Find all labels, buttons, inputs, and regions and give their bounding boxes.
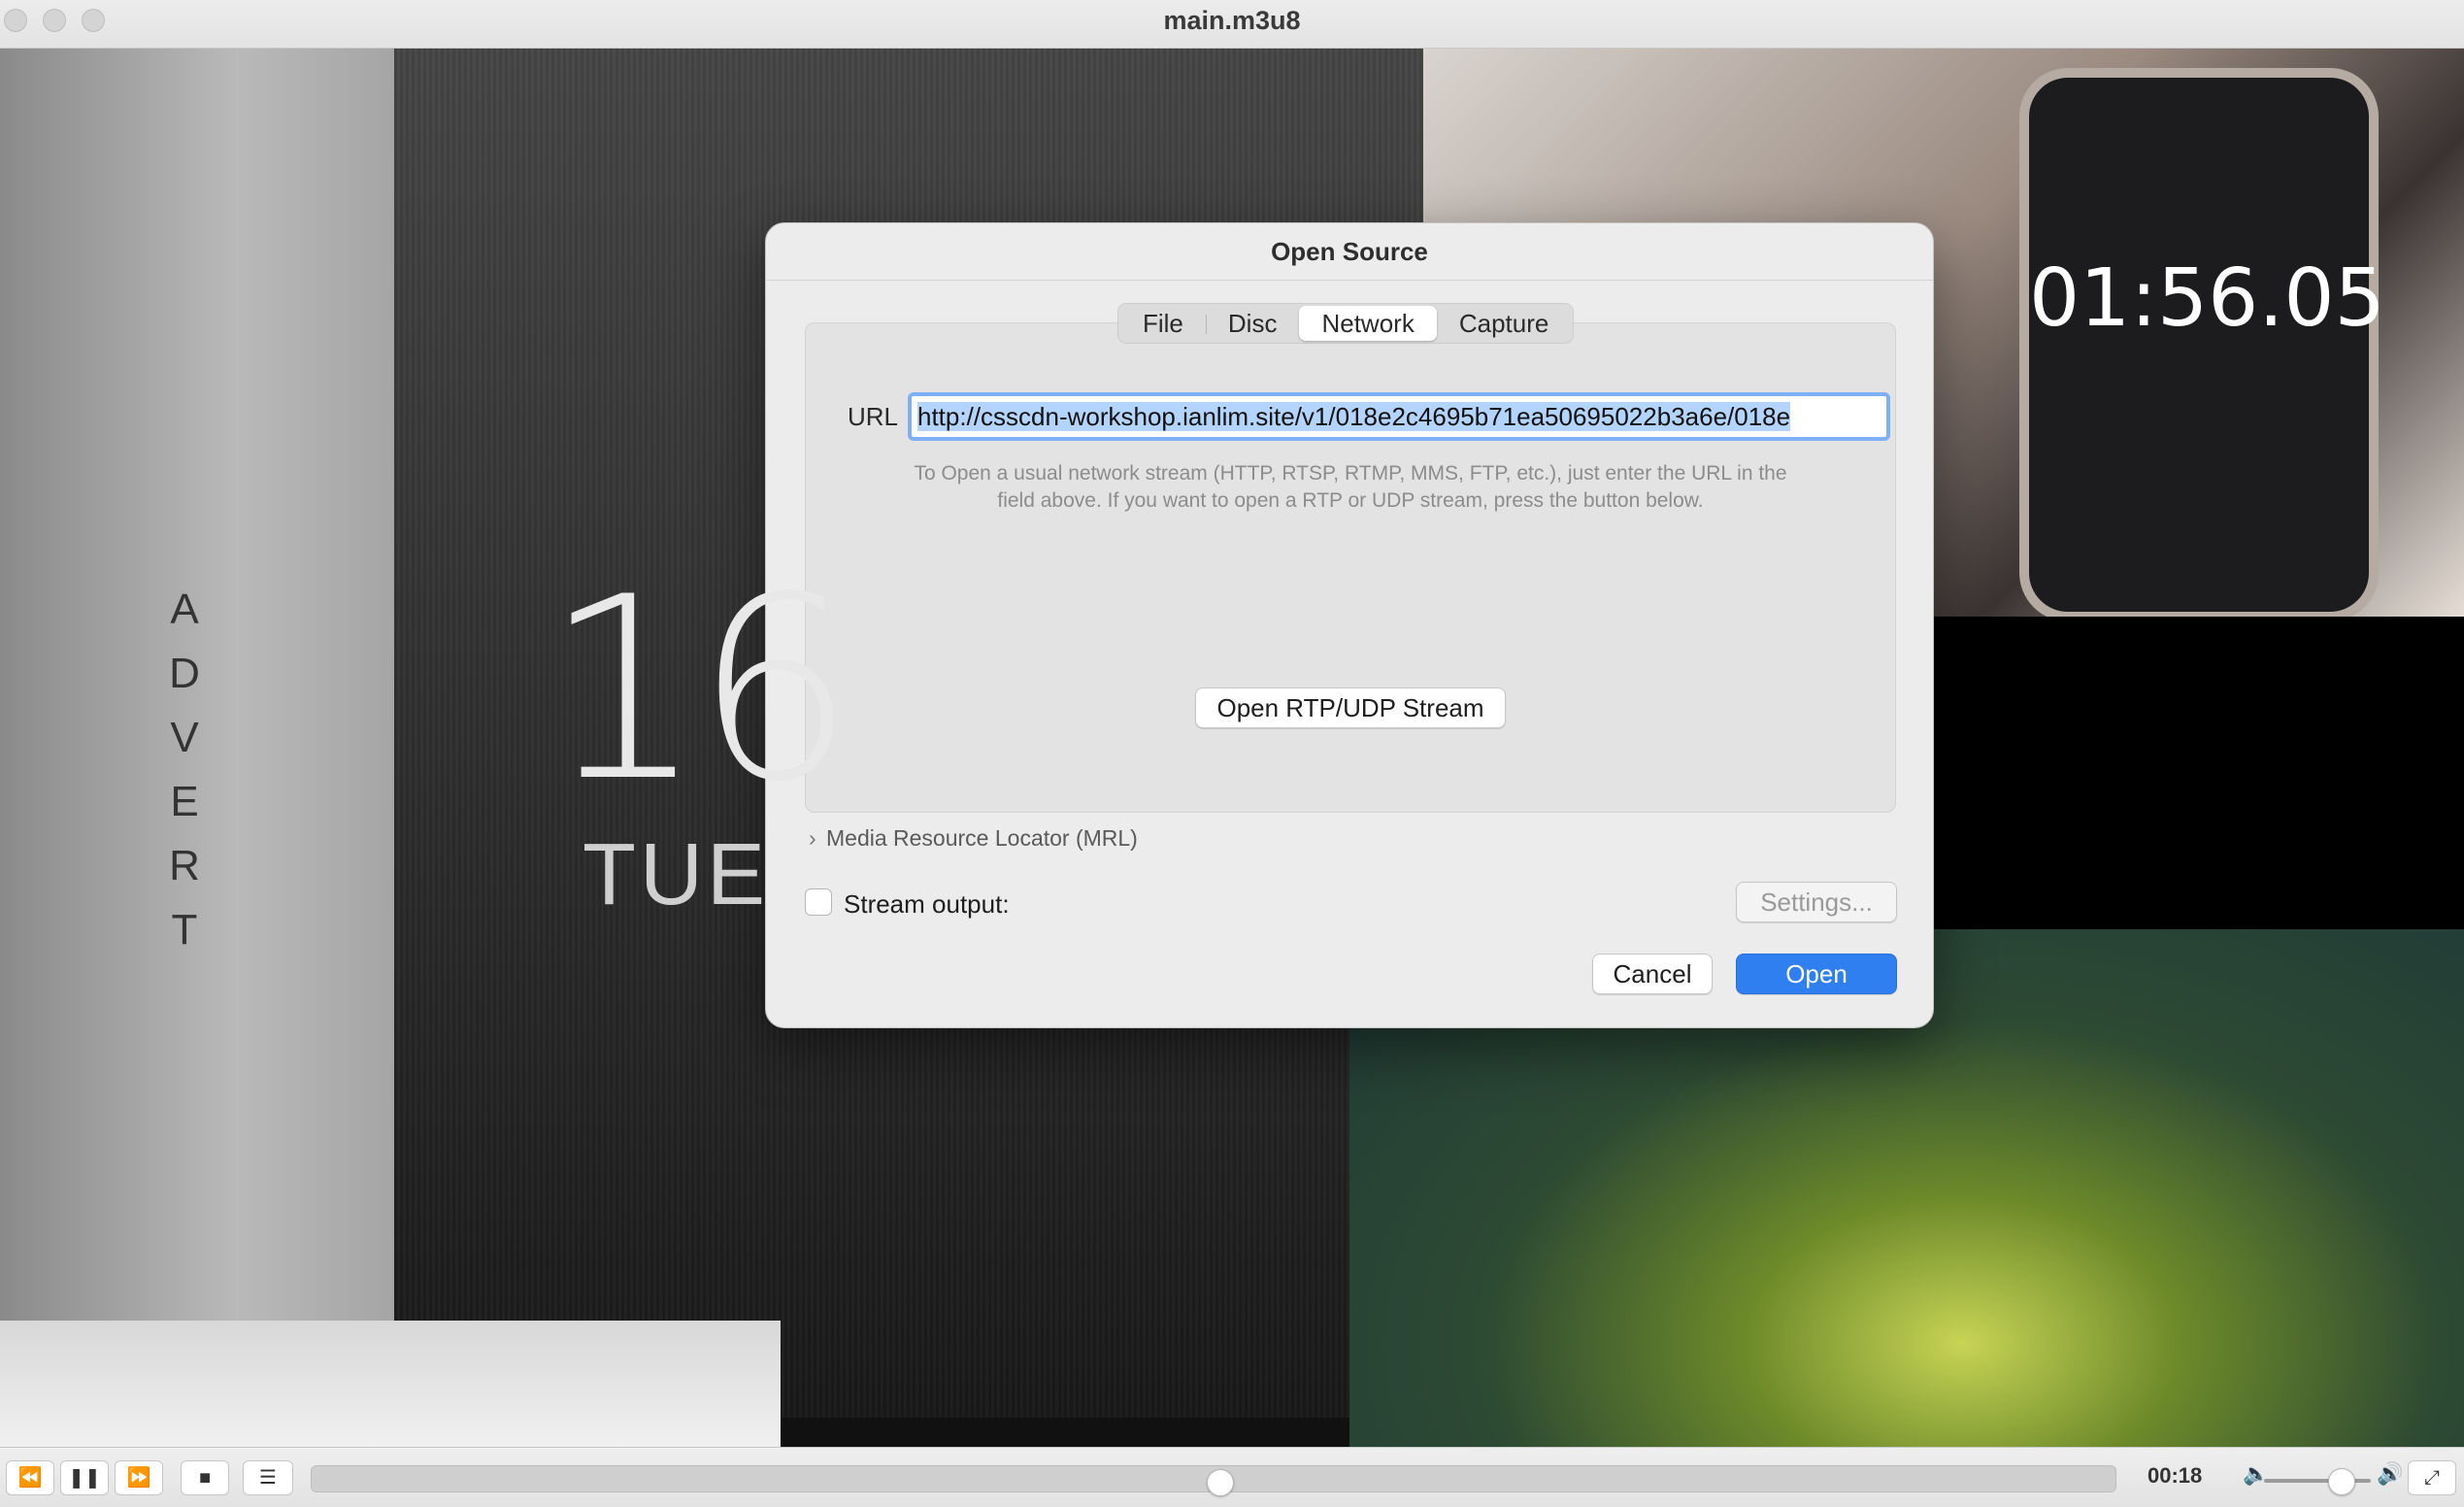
pause-button[interactable]: ❚❚: [60, 1460, 109, 1495]
mrl-label: Media Resource Locator (MRL): [826, 825, 1138, 851]
forward-button[interactable]: ⏩: [115, 1460, 163, 1495]
open-source-dialog: Open Source File Disc Network Capture UR…: [765, 222, 1934, 1028]
network-hint-text: To Open a usual network stream (HTTP, RT…: [834, 460, 1867, 515]
video-big-number: 16: [544, 544, 855, 837]
stop-icon: ■: [198, 1467, 212, 1489]
volume-high-icon[interactable]: 🔊: [2377, 1461, 2403, 1487]
video-scene-black: [1932, 617, 2464, 929]
window-titlebar: main.m3u8: [0, 0, 2464, 49]
volume-low-icon[interactable]: 🔈: [2243, 1461, 2269, 1487]
playback-controls: ⏪ ❚❚ ⏩ ■ ☰ 00:18 🔈 🔊 ⤢: [0, 1447, 2464, 1507]
advert-letters: ADVERT: [169, 586, 200, 954]
playlist-icon: ☰: [259, 1467, 277, 1489]
stream-output-label: Stream output:: [844, 889, 1010, 919]
dialog-header: Open Source: [766, 223, 1933, 281]
dialog-title: Open Source: [1271, 237, 1428, 266]
hint-line-1: To Open a usual network stream (HTTP, RT…: [914, 462, 1787, 485]
video-scene-bottom-left: [0, 1321, 781, 1447]
open-button[interactable]: Open: [1736, 954, 1897, 994]
video-scene-strip: [781, 1418, 1349, 1447]
fullscreen-button[interactable]: ⤢: [2408, 1460, 2456, 1495]
advert-text: ADVERT: [165, 578, 204, 962]
url-value: http://csscdn-workshop.ianlim.site/v1/01…: [917, 402, 1791, 431]
playlist-button[interactable]: ☰: [243, 1460, 293, 1495]
tab-disc[interactable]: Disc: [1205, 306, 1300, 341]
settings-button[interactable]: Settings...: [1736, 882, 1897, 922]
tab-network[interactable]: Network: [1299, 306, 1437, 341]
stop-button[interactable]: ■: [181, 1460, 229, 1495]
rewind-button[interactable]: ⏪: [6, 1460, 54, 1495]
tab-file[interactable]: File: [1120, 306, 1206, 341]
url-input[interactable]: http://csscdn-workshop.ianlim.site/v1/01…: [908, 392, 1890, 441]
source-tabs: File Disc Network Capture: [1117, 303, 1575, 344]
url-label: URL: [848, 402, 899, 431]
phone-stopwatch-time: 01:56.05: [2029, 252, 2385, 345]
video-scene-left: ADVERT: [0, 49, 394, 1321]
window-title: main.m3u8: [1163, 6, 1301, 35]
forward-icon: ⏩: [126, 1467, 151, 1489]
rewind-icon: ⏪: [17, 1467, 43, 1489]
fullscreen-icon: ⤢: [2424, 1467, 2440, 1489]
tab-capture[interactable]: Capture: [1437, 306, 1572, 341]
hint-line-2: field above. If you want to open a RTP o…: [997, 489, 1704, 512]
open-rtp-udp-button[interactable]: Open RTP/UDP Stream: [1195, 687, 1506, 728]
mrl-disclosure[interactable]: › Media Resource Locator (MRL): [809, 825, 1138, 852]
stream-output-checkbox[interactable]: [805, 888, 832, 916]
phone-image: 01:56.05: [2019, 68, 2385, 621]
volume-handle[interactable]: [2328, 1468, 2356, 1495]
cancel-button[interactable]: Cancel: [1592, 954, 1713, 994]
pause-icon: ❚❚: [68, 1467, 101, 1489]
video-day-text: TUE: [583, 826, 769, 923]
elapsed-time: 00:18: [2148, 1463, 2203, 1488]
